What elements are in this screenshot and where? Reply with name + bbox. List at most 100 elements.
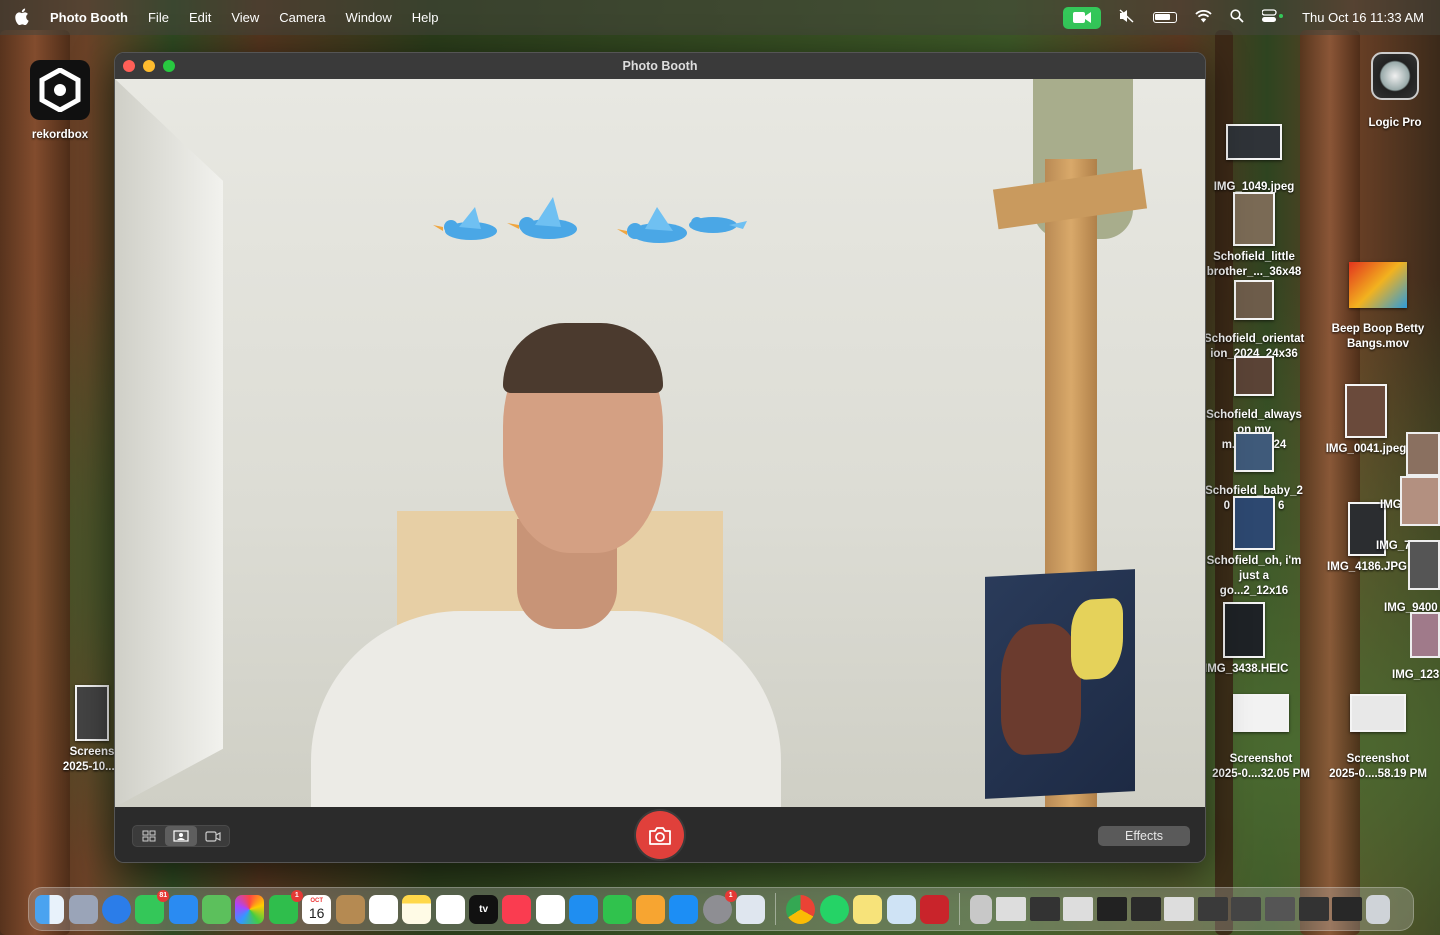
calendar-icon[interactable]: OCT 16 [302, 894, 332, 924]
recent-file-thumbnail[interactable] [1130, 897, 1161, 921]
music-icon[interactable] [502, 894, 532, 924]
video-icon[interactable] [197, 826, 229, 846]
contacts-icon[interactable] [335, 894, 365, 924]
take-photo-button[interactable] [636, 811, 684, 859]
launchpad-icon[interactable] [68, 894, 98, 924]
messages-icon[interactable]: 81 [135, 889, 170, 924]
recent-file-thumbnail[interactable] [1029, 897, 1060, 921]
effects-button[interactable]: Effects [1098, 826, 1190, 846]
finder-icon[interactable] [35, 894, 65, 924]
whatsapp-icon[interactable] [819, 894, 849, 924]
trash-icon[interactable] [1366, 894, 1391, 924]
camera-icon [649, 826, 671, 845]
traffic-lights [123, 60, 175, 72]
desktop-icon-rekordbox[interactable]: rekordbox [20, 60, 100, 143]
mute-icon[interactable] [1119, 9, 1135, 26]
recent-file-thumbnail[interactable] [1197, 897, 1228, 921]
logic-pro-icon [1371, 52, 1419, 100]
desktop-icon-screenshot-b[interactable]: Screenshot 2025-0....58.19 PM [1322, 694, 1434, 782]
apple-icon[interactable] [14, 8, 32, 28]
thumbnail [1223, 602, 1265, 658]
thumbnail [1400, 476, 1440, 526]
person-hair [503, 323, 663, 393]
numbers-icon[interactable] [602, 894, 632, 924]
minimize-button[interactable] [143, 60, 155, 72]
photos-icon[interactable] [235, 894, 265, 924]
recent-file-thumbnail[interactable] [1063, 897, 1094, 921]
menu-file[interactable]: File [148, 10, 169, 25]
single-photo-icon[interactable] [165, 826, 197, 846]
recent-file-thumbnail[interactable] [1298, 897, 1329, 921]
rekordbox-icon [30, 60, 90, 120]
desktop-icon-label: Schofield_little [1213, 251, 1295, 263]
control-center-icon[interactable] [1261, 9, 1284, 26]
keynote-icon[interactable] [569, 894, 599, 924]
recent-file-thumbnail[interactable] [1231, 897, 1262, 921]
menu-clock[interactable]: Thu Oct 16 11:33 AM [1302, 10, 1424, 25]
pages-icon[interactable] [635, 894, 665, 924]
thumbnail [1345, 384, 1387, 438]
recent-file-thumbnail[interactable] [1097, 897, 1128, 921]
notification-badge: 81 [157, 889, 170, 902]
thumbnail [1233, 694, 1289, 732]
notes-icon[interactable] [402, 894, 432, 924]
recent-file-thumbnail[interactable] [1265, 897, 1296, 921]
desktop-icon-img-0041[interactable]: IMG_0041.jpeg [1320, 384, 1412, 457]
desktop-icon-label: rekordbox [31, 129, 89, 141]
wifi-icon[interactable] [1195, 9, 1212, 26]
recent-file-thumbnail[interactable] [1164, 897, 1195, 921]
desktop-icon-schofield-oh[interactable]: Schofield_oh, i'm just a go...2_12x16 [1204, 496, 1304, 599]
photo-booth-icon[interactable] [919, 894, 949, 924]
close-button[interactable] [123, 60, 135, 72]
desktop-icon-screenshot-a[interactable]: Screenshot 2025-0....32.05 PM [1206, 694, 1316, 782]
app-store-icon[interactable] [669, 894, 699, 924]
menu-help[interactable]: Help [412, 10, 439, 25]
search-icon[interactable] [1230, 9, 1244, 26]
desktop-icon-img-1049[interactable]: IMG_1049.jpeg [1204, 124, 1304, 195]
desktop-icon-label: Beep Boop Betty [1331, 323, 1425, 335]
system-settings-icon[interactable]: 1 [702, 889, 737, 924]
grid-view-icon[interactable] [133, 826, 165, 846]
title-bar[interactable]: Photo Booth [115, 53, 1205, 79]
news-icon[interactable] [535, 894, 565, 924]
freeform-icon[interactable] [435, 894, 465, 924]
recent-file-thumbnail[interactable] [996, 897, 1027, 921]
desktop-icon-img-123[interactable]: IMG_123 [1392, 668, 1440, 683]
reminders-icon[interactable] [368, 894, 398, 924]
menu-window[interactable]: Window [346, 10, 392, 25]
thumbnail [75, 685, 109, 741]
downloads-folder-icon[interactable] [970, 894, 993, 924]
desktop-icon-label: Schofield_always [1206, 409, 1302, 421]
desktop-icon-schofield-little[interactable]: Schofield_little brother_..._36x48 [1204, 192, 1304, 280]
mail-icon[interactable] [168, 894, 198, 924]
chrome-icon[interactable] [786, 894, 816, 924]
menu-edit[interactable]: Edit [189, 10, 211, 25]
safari-icon[interactable] [101, 894, 131, 924]
menu-view[interactable]: View [231, 10, 259, 25]
apple-tv-icon[interactable]: tv [469, 894, 499, 924]
stickies-icon[interactable] [853, 894, 883, 924]
bird-effect-icon [507, 197, 577, 239]
menu-camera[interactable]: Camera [279, 10, 325, 25]
bird-effect-icon [433, 207, 497, 240]
desktop-icon-logic-pro[interactable]: Logic Pro [1356, 52, 1434, 131]
desktop-icon-label: 2025-0....58.19 PM [1329, 768, 1427, 780]
desktop-icon-schofield-orientation[interactable]: Schofield_orientat ion_2024_24x36 [1204, 280, 1304, 362]
thumbnail [1234, 280, 1274, 320]
menu-app-name[interactable]: Photo Booth [50, 10, 128, 25]
desktop-icon-beep-boop[interactable]: Beep Boop Betty Bangs.mov [1326, 262, 1430, 352]
recent-file-thumbnail[interactable] [1332, 897, 1363, 921]
zoom-button[interactable] [163, 60, 175, 72]
desktop-icon-img-3438[interactable]: IMG_3438.HEIC [1204, 602, 1288, 677]
battery-icon[interactable] [1153, 12, 1178, 23]
preview-icon[interactable] [886, 894, 916, 924]
maps-icon[interactable] [202, 894, 232, 924]
desktop-icon-label: just a go...2_12x16 [1219, 570, 1289, 597]
camera-in-use-icon[interactable] [1063, 6, 1102, 29]
painting-yellow-shape [1071, 597, 1123, 681]
wall [115, 79, 223, 807]
xcode-icon[interactable] [736, 894, 766, 924]
facetime-icon[interactable]: 1 [268, 889, 303, 924]
thumbnail [1349, 262, 1407, 308]
desktop-icon-label: 2025-0....32.05 PM [1212, 768, 1310, 780]
